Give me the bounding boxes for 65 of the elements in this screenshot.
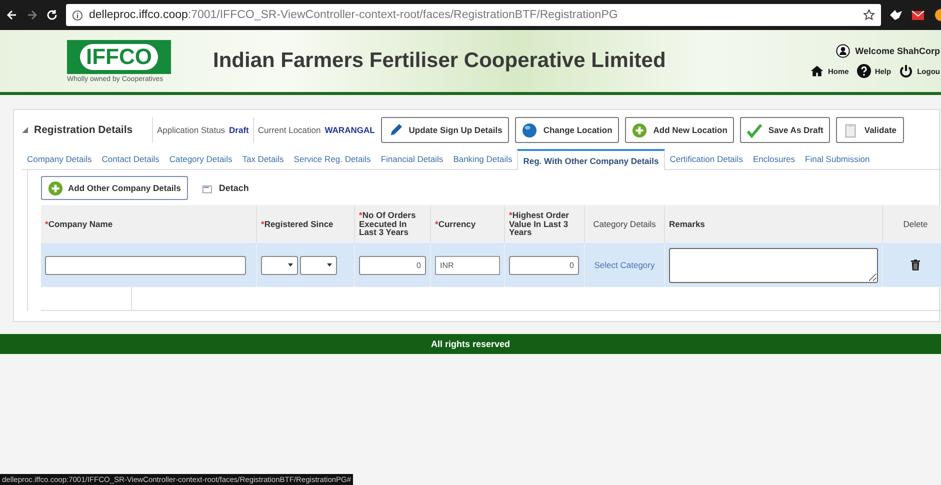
action-button[interactable]: Validate xyxy=(836,117,904,143)
panel-title: Registration Details xyxy=(34,124,134,136)
mail-icon[interactable] xyxy=(911,9,925,21)
extension-icon[interactable] xyxy=(889,9,903,21)
logo: IFFCO xyxy=(67,40,171,74)
tab[interactable]: Category Details xyxy=(164,149,238,169)
plus-icon xyxy=(632,122,648,138)
extension-icon[interactable] xyxy=(933,9,941,21)
tab[interactable]: Banking Details xyxy=(448,149,518,169)
column-header: *Highest Order Value In Last 3 Years xyxy=(505,205,585,243)
column-header: *Registered Since xyxy=(257,205,355,243)
globe-icon xyxy=(522,122,538,138)
tab[interactable]: Final Submission xyxy=(800,149,875,169)
info-icon xyxy=(72,10,83,20)
location-label: Current Location xyxy=(258,125,321,135)
month-dropdown[interactable] xyxy=(261,256,298,274)
column-header: *Company Name xyxy=(41,205,257,243)
window-icon xyxy=(202,182,214,194)
forward-icon[interactable] xyxy=(26,9,38,21)
column-header: Delete xyxy=(883,205,941,243)
currency-dropdown[interactable]: INR xyxy=(435,256,500,274)
column-header: *No Of Orders Executed In Last 3 Years xyxy=(355,205,431,243)
detach-button[interactable]: Detach xyxy=(202,182,249,194)
reload-icon[interactable] xyxy=(46,9,58,21)
power-icon xyxy=(899,64,914,78)
year-dropdown[interactable] xyxy=(300,256,337,274)
tab[interactable]: Financial Details xyxy=(376,149,448,169)
tab[interactable]: Certification Details xyxy=(664,149,748,169)
action-button[interactable]: Change Location xyxy=(515,117,620,143)
action-button[interactable]: Save As Draft xyxy=(740,117,830,143)
caret-icon xyxy=(288,263,293,267)
copyright-text: All rights reserved xyxy=(430,339,510,349)
star-icon[interactable] xyxy=(863,9,875,21)
welcome-text: Welcome ShahCorp xyxy=(855,46,940,56)
tab[interactable]: Company Details xyxy=(22,149,97,169)
user-icon xyxy=(836,44,850,58)
address-bar[interactable]: delleproc.iffco.coop:7001/IFFCO_SR-ViewController-context-root/faces/RegistrationBTF/RegistrationPG xyxy=(66,4,881,26)
orders-field[interactable]: 0 xyxy=(359,256,426,274)
tab[interactable]: Reg. With Other Company Details xyxy=(517,149,665,170)
location-value: WARANGAL xyxy=(324,125,375,135)
column-header: *Currency xyxy=(431,205,505,243)
column-header: Remarks xyxy=(665,205,883,243)
highest-value-field[interactable]: 0 xyxy=(509,256,579,274)
home-icon xyxy=(810,64,824,78)
column-header: Category Details xyxy=(585,205,665,243)
collapse-icon[interactable] xyxy=(22,127,28,133)
caret-icon xyxy=(327,263,332,267)
status-value: Draft xyxy=(229,125,249,135)
tab[interactable]: Service Reg. Details xyxy=(288,149,376,169)
action-button[interactable]: Update Sign Up Details xyxy=(380,117,510,143)
select-category-link[interactable]: Select Category xyxy=(594,260,655,270)
action-button[interactable]: Add New Location xyxy=(625,117,734,143)
page-title: Indian Farmers Fertiliser Cooperative Limited xyxy=(213,49,666,73)
status-label: Application Status xyxy=(157,125,226,135)
tab[interactable]: Tax Details xyxy=(237,149,289,169)
help-icon xyxy=(856,64,871,78)
tab[interactable]: Contact Details xyxy=(96,149,164,169)
back-icon[interactable] xyxy=(6,9,18,21)
clipboard-icon xyxy=(843,122,858,138)
company-name-field[interactable] xyxy=(45,256,246,274)
check-icon xyxy=(747,122,762,138)
add-details-button[interactable]: Add Other Company Details xyxy=(41,176,188,200)
plus-icon xyxy=(48,180,63,196)
tab[interactable]: Enclosures xyxy=(748,149,800,169)
trash-icon[interactable] xyxy=(911,259,920,271)
